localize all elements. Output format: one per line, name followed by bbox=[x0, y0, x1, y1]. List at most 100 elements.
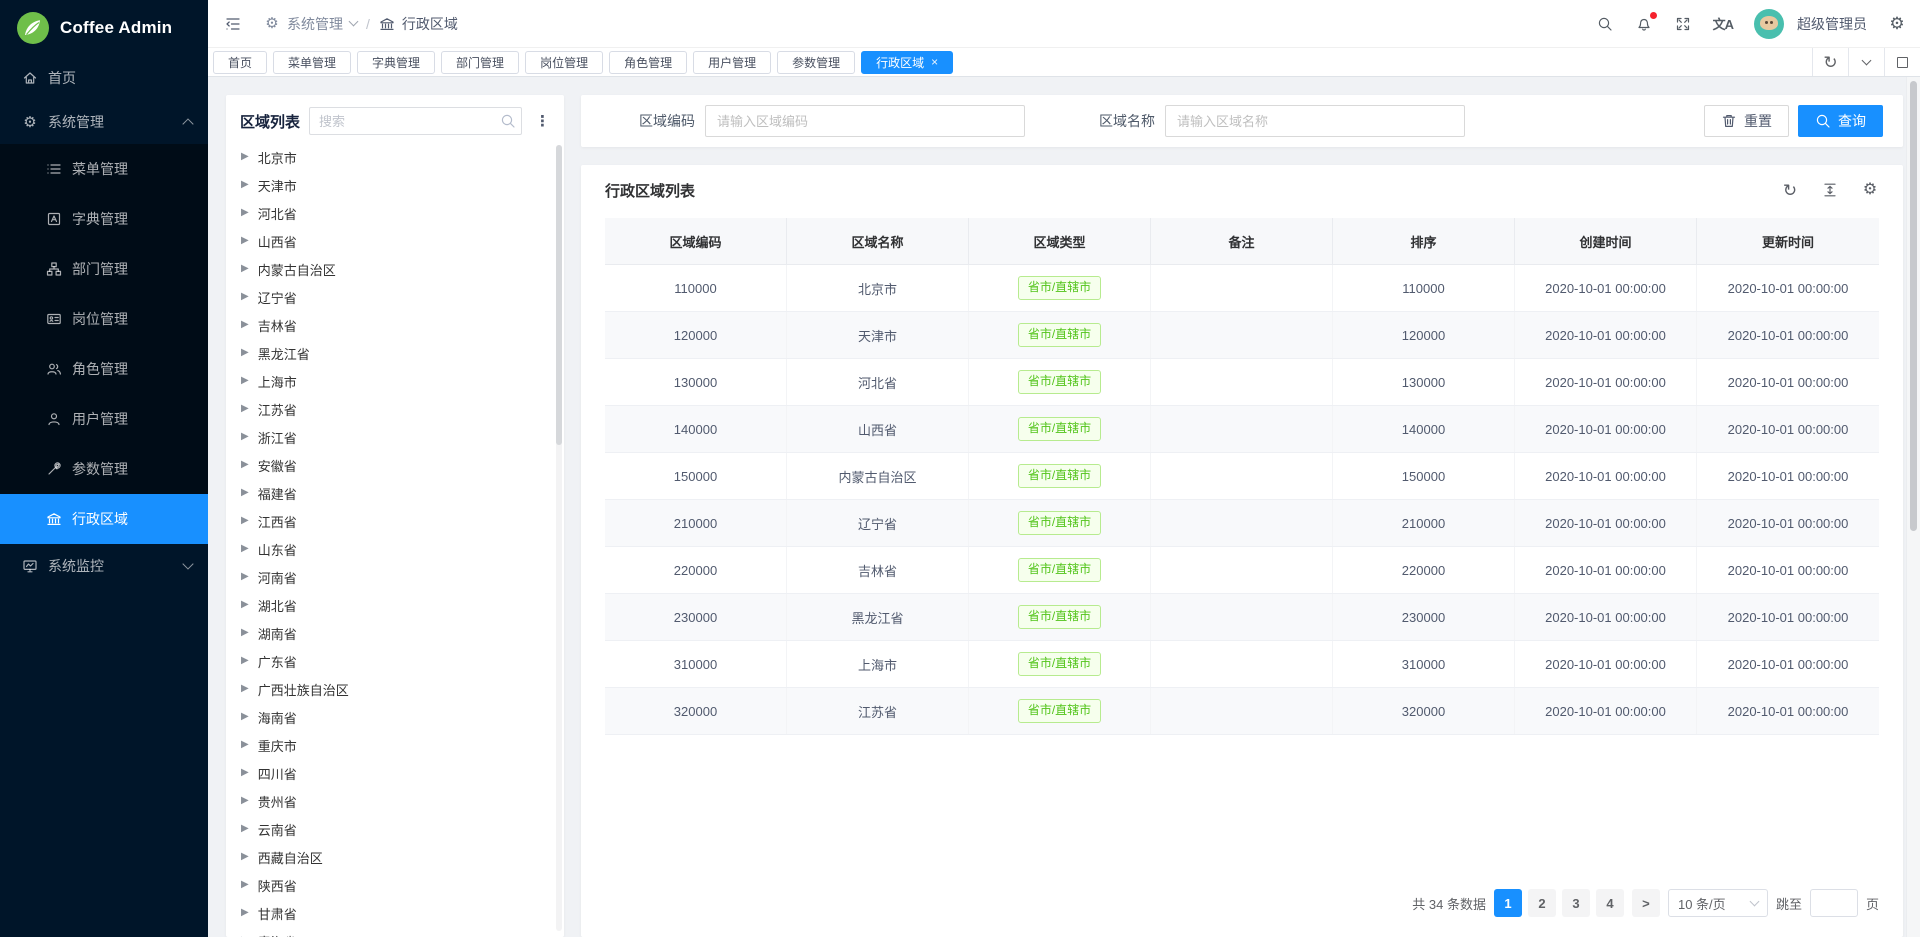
settings-gear-icon[interactable]: ⚙ bbox=[1888, 15, 1906, 33]
tree-node[interactable]: ▶ 山西省 bbox=[226, 227, 554, 255]
sidebar-item-role-mgmt[interactable]: 角色管理 bbox=[0, 344, 208, 394]
caret-right-icon[interactable]: ▶ bbox=[241, 180, 249, 190]
caret-right-icon[interactable]: ▶ bbox=[241, 768, 249, 778]
caret-right-icon[interactable]: ▶ bbox=[241, 880, 249, 890]
tree-node[interactable]: ▶ 吉林省 bbox=[226, 311, 554, 339]
tree-node[interactable]: ▶ 云南省 bbox=[226, 815, 554, 843]
tree-search-input[interactable] bbox=[309, 107, 522, 135]
caret-right-icon[interactable]: ▶ bbox=[241, 572, 249, 582]
tree-node[interactable]: ▶ 上海市 bbox=[226, 367, 554, 395]
column-header[interactable]: 区域类型 bbox=[969, 218, 1151, 265]
tab[interactable]: 首页 bbox=[213, 51, 267, 74]
caret-right-icon[interactable]: ▶ bbox=[241, 684, 249, 694]
tree-node[interactable]: ▶ 海南省 bbox=[226, 703, 554, 731]
page-button[interactable]: 1 bbox=[1494, 889, 1522, 917]
tree-node[interactable]: ▶ 辽宁省 bbox=[226, 283, 554, 311]
tree-node[interactable]: ▶ 重庆市 bbox=[226, 731, 554, 759]
caret-right-icon[interactable]: ▶ bbox=[241, 320, 249, 330]
tab[interactable]: 行政区域 × bbox=[861, 51, 953, 74]
column-header[interactable]: 排序 bbox=[1333, 218, 1515, 265]
tree-node[interactable]: ▶ 广东省 bbox=[226, 647, 554, 675]
tree-node[interactable]: ▶ 北京市 bbox=[226, 143, 554, 171]
column-header[interactable]: 区域编码 bbox=[605, 218, 787, 265]
caret-right-icon[interactable]: ▶ bbox=[241, 208, 249, 218]
tab[interactable]: 岗位管理 bbox=[525, 51, 603, 74]
tree-node[interactable]: ▶ 江苏省 bbox=[226, 395, 554, 423]
table-row[interactable]: 150000 内蒙古自治区 省市/直辖市 150000 2020-10-01 0… bbox=[605, 453, 1879, 500]
table-row[interactable]: 210000 辽宁省 省市/直辖市 210000 2020-10-01 00:0… bbox=[605, 500, 1879, 547]
table-row[interactable]: 140000 山西省 省市/直辖市 140000 2020-10-01 00:0… bbox=[605, 406, 1879, 453]
sidebar-item-system[interactable]: ⚙ 系统管理 bbox=[0, 100, 208, 144]
search-button[interactable] bbox=[1596, 15, 1614, 33]
caret-right-icon[interactable]: ▶ bbox=[241, 460, 249, 470]
caret-right-icon[interactable]: ▶ bbox=[241, 432, 249, 442]
close-icon[interactable]: × bbox=[931, 56, 938, 68]
tab[interactable]: 部门管理 bbox=[441, 51, 519, 74]
caret-right-icon[interactable]: ▶ bbox=[241, 544, 249, 554]
next-page-button[interactable]: > bbox=[1632, 889, 1660, 917]
tree-node[interactable]: ▶ 浙江省 bbox=[226, 423, 554, 451]
tree-node[interactable]: ▶ 湖南省 bbox=[226, 619, 554, 647]
column-header[interactable]: 更新时间 bbox=[1697, 218, 1879, 265]
tree-node[interactable]: ▶ 福建省 bbox=[226, 479, 554, 507]
sidebar-item-menu-mgmt[interactable]: 菜单管理 bbox=[0, 144, 208, 194]
caret-right-icon[interactable]: ▶ bbox=[241, 376, 249, 386]
table-row[interactable]: 230000 黑龙江省 省市/直辖市 230000 2020-10-01 00:… bbox=[605, 594, 1879, 641]
tree-node[interactable]: ▶ 黑龙江省 bbox=[226, 339, 554, 367]
sidebar-item-user-mgmt[interactable]: 用户管理 bbox=[0, 394, 208, 444]
tab[interactable]: 用户管理 bbox=[693, 51, 771, 74]
tab[interactable]: 菜单管理 bbox=[273, 51, 351, 74]
sidebar-item-post-mgmt[interactable]: 岗位管理 bbox=[0, 294, 208, 344]
table-row[interactable]: 220000 吉林省 省市/直辖市 220000 2020-10-01 00:0… bbox=[605, 547, 1879, 594]
tree-node[interactable]: ▶ 贵州省 bbox=[226, 787, 554, 815]
tree-scrollbar[interactable] bbox=[556, 145, 562, 931]
tree-node[interactable]: ▶ 青海省 bbox=[226, 927, 554, 937]
page-size-select[interactable]: 10 条/页 bbox=[1668, 889, 1768, 917]
search-button[interactable]: 查询 bbox=[1798, 105, 1883, 137]
caret-right-icon[interactable]: ▶ bbox=[241, 796, 249, 806]
tab-menu-button[interactable] bbox=[1848, 48, 1884, 76]
app-logo[interactable]: Coffee Admin bbox=[0, 0, 208, 56]
tree-node[interactable]: ▶ 山东省 bbox=[226, 535, 554, 563]
column-header[interactable]: 备注 bbox=[1151, 218, 1333, 265]
caret-right-icon[interactable]: ▶ bbox=[241, 656, 249, 666]
sidebar-item-monitor[interactable]: 系统监控 bbox=[0, 544, 208, 588]
table-row[interactable]: 130000 河北省 省市/直辖市 130000 2020-10-01 00:0… bbox=[605, 359, 1879, 406]
column-header[interactable]: 创建时间 bbox=[1515, 218, 1697, 265]
table-row[interactable]: 120000 天津市 省市/直辖市 120000 2020-10-01 00:0… bbox=[605, 312, 1879, 359]
caret-right-icon[interactable]: ▶ bbox=[241, 852, 249, 862]
table-row[interactable]: 310000 上海市 省市/直辖市 310000 2020-10-01 00:0… bbox=[605, 641, 1879, 688]
region-name-input[interactable] bbox=[1165, 105, 1465, 137]
caret-right-icon[interactable]: ▶ bbox=[241, 404, 249, 414]
tree-node[interactable]: ▶ 甘肃省 bbox=[226, 899, 554, 927]
caret-right-icon[interactable]: ▶ bbox=[241, 152, 249, 162]
sidebar-item-param-mgmt[interactable]: 参数管理 bbox=[0, 444, 208, 494]
more-options-icon[interactable]: ⋮ bbox=[531, 112, 554, 130]
window-scrollbar[interactable] bbox=[1906, 77, 1920, 937]
page-button[interactable]: 4 bbox=[1596, 889, 1624, 917]
caret-right-icon[interactable]: ▶ bbox=[241, 348, 249, 358]
sidebar-item-dept-mgmt[interactable]: 部门管理 bbox=[0, 244, 208, 294]
window-scrollbar-thumb[interactable] bbox=[1910, 81, 1917, 531]
refresh-tab-button[interactable]: ↻ bbox=[1812, 48, 1848, 76]
tree-node[interactable]: ▶ 安徽省 bbox=[226, 451, 554, 479]
caret-right-icon[interactable]: ▶ bbox=[241, 628, 249, 638]
caret-right-icon[interactable]: ▶ bbox=[241, 516, 249, 526]
sidebar-item-home[interactable]: 首页 bbox=[0, 56, 208, 100]
language-switch-button[interactable]: 文A bbox=[1713, 14, 1733, 33]
table-row[interactable]: 110000 北京市 省市/直辖市 110000 2020-10-01 00:0… bbox=[605, 265, 1879, 312]
breadcrumb-section[interactable]: 系统管理 bbox=[287, 14, 343, 34]
column-header[interactable]: 区域名称 bbox=[787, 218, 969, 265]
tree-node[interactable]: ▶ 四川省 bbox=[226, 759, 554, 787]
caret-right-icon[interactable]: ▶ bbox=[241, 740, 249, 750]
jump-page-input[interactable] bbox=[1810, 889, 1858, 917]
column-settings-icon[interactable]: ⚙ bbox=[1861, 181, 1879, 199]
tree-node[interactable]: ▶ 天津市 bbox=[226, 171, 554, 199]
tree-node[interactable]: ▶ 内蒙古自治区 bbox=[226, 255, 554, 283]
reset-button[interactable]: 重置 bbox=[1704, 105, 1789, 137]
collapse-sidebar-button[interactable] bbox=[224, 15, 242, 33]
tree-node[interactable]: ▶ 湖北省 bbox=[226, 591, 554, 619]
maximize-button[interactable] bbox=[1884, 48, 1920, 76]
fullscreen-button[interactable] bbox=[1674, 15, 1692, 33]
page-button[interactable]: 2 bbox=[1528, 889, 1556, 917]
